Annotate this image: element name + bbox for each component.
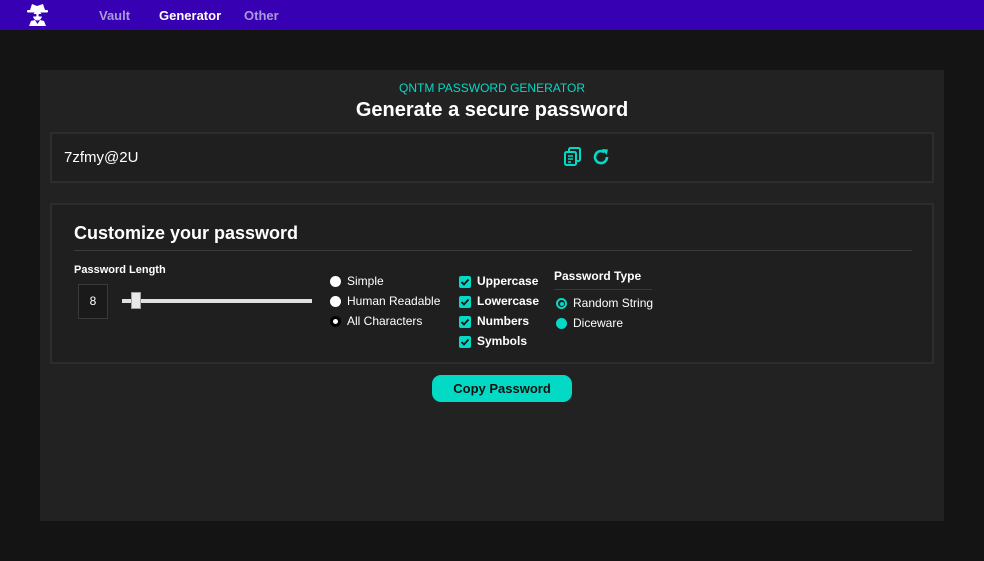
uppercase-checkbox[interactable] bbox=[459, 276, 471, 288]
password-type-label: Password Type bbox=[554, 269, 642, 283]
check-icon bbox=[460, 298, 470, 306]
page-title: Generate a secure password bbox=[355, 99, 629, 121]
uppercase-label: Uppercase bbox=[477, 274, 539, 288]
length-input[interactable]: 8 bbox=[78, 284, 108, 319]
type-diceware-label: Diceware bbox=[573, 316, 624, 330]
symbols-label: Symbols bbox=[477, 334, 528, 348]
customize-title: Customize your password bbox=[74, 223, 299, 243]
divider bbox=[554, 289, 652, 290]
password-display: 7zfmy@2U bbox=[50, 132, 934, 183]
length-slider[interactable] bbox=[122, 299, 312, 303]
length-label: Password Length bbox=[74, 264, 166, 276]
spy-logo-icon[interactable] bbox=[27, 3, 48, 26]
lowercase-label: Lowercase bbox=[477, 294, 540, 308]
mode-all-characters-radio[interactable] bbox=[330, 316, 341, 327]
lowercase-checkbox[interactable] bbox=[459, 296, 471, 308]
numbers-label: Numbers bbox=[477, 314, 530, 328]
divider bbox=[74, 250, 912, 251]
check-icon bbox=[460, 318, 470, 326]
copy-password-button[interactable]: Copy Password bbox=[432, 375, 572, 402]
symbols-checkbox[interactable] bbox=[459, 336, 471, 348]
numbers-checkbox[interactable] bbox=[459, 316, 471, 328]
check-icon bbox=[460, 278, 470, 286]
mode-all-characters-label: All Characters bbox=[347, 314, 423, 328]
refresh-icon[interactable] bbox=[590, 146, 612, 168]
customize-panel: Customize your password Password Length … bbox=[50, 203, 934, 364]
copy-icon[interactable] bbox=[562, 146, 584, 168]
mode-simple-label: Simple bbox=[347, 274, 384, 288]
type-random-string-radio[interactable] bbox=[556, 298, 567, 309]
generator-card: QNTM PASSWORD GENERATOR Generate a secur… bbox=[40, 70, 944, 521]
mode-simple-radio[interactable] bbox=[330, 276, 341, 287]
length-slider-thumb[interactable] bbox=[131, 292, 141, 309]
type-diceware-radio[interactable] bbox=[556, 318, 567, 329]
app-subtitle: QNTM PASSWORD GENERATOR bbox=[398, 81, 585, 95]
nav-other[interactable]: Other bbox=[244, 8, 279, 23]
nav-generator[interactable]: Generator bbox=[159, 8, 221, 23]
mode-human-readable-label: Human Readable bbox=[347, 294, 441, 308]
type-random-string-label: Random String bbox=[573, 296, 654, 310]
check-icon bbox=[460, 338, 470, 346]
nav-vault[interactable]: Vault bbox=[99, 8, 130, 23]
password-text[interactable]: 7zfmy@2U bbox=[64, 149, 138, 166]
top-navbar: Vault Generator Other bbox=[0, 0, 984, 30]
mode-human-readable-radio[interactable] bbox=[330, 296, 341, 307]
